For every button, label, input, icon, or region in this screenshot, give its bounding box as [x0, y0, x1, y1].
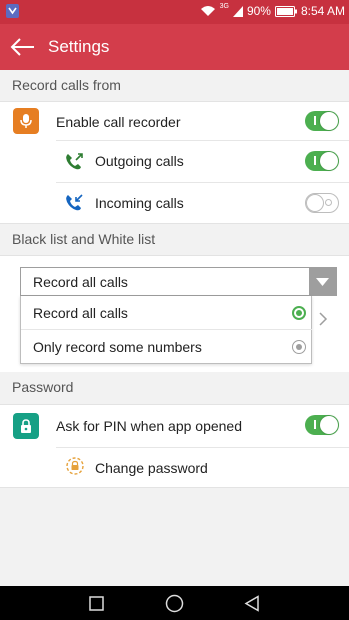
section-header-password: Password [0, 372, 349, 403]
incoming-call-icon [66, 194, 83, 211]
password-lock-icon [66, 457, 84, 475]
section-header-lists: Black list and White list [0, 224, 349, 255]
arrow-left-icon[interactable] [8, 35, 36, 59]
battery-icon [274, 5, 297, 17]
dropdown-option-some-numbers[interactable]: Only record some numbers [21, 330, 312, 363]
option-label: Record all calls [33, 305, 128, 321]
microphone-icon [13, 108, 39, 134]
app-bar: Settings [0, 24, 349, 70]
back-triangle-icon[interactable] [244, 595, 260, 612]
radio-unchecked[interactable] [292, 340, 306, 354]
select-value: Record all calls [33, 274, 128, 290]
chevron-down-icon [316, 278, 329, 286]
enable-recorder-row[interactable]: Enable call recorder [0, 102, 349, 140]
outgoing-calls-row[interactable]: Outgoing calls [0, 141, 349, 182]
clock: 8:54 AM [300, 4, 345, 18]
page-title: Settings [48, 37, 110, 56]
home-circle-icon[interactable] [165, 594, 184, 613]
battery-percent: 90% [246, 4, 271, 18]
change-password-label: Change password [95, 460, 208, 476]
list-mode-select[interactable]: Record all calls [20, 267, 337, 296]
incoming-calls-row[interactable]: Incoming calls [0, 183, 349, 223]
outgoing-call-icon [66, 153, 83, 170]
signal-icon [232, 5, 243, 17]
select-arrow-button[interactable] [309, 268, 336, 295]
app-notification-icon [6, 4, 19, 18]
network-type: 3G [219, 2, 229, 10]
option-label: Only record some numbers [33, 339, 202, 355]
incoming-calls-toggle[interactable] [305, 193, 339, 213]
pin-row[interactable]: Ask for PIN when app opened [0, 405, 349, 447]
enable-recorder-toggle[interactable] [305, 111, 339, 131]
wifi-icon [200, 6, 215, 16]
change-password-row[interactable]: Change password [0, 448, 349, 487]
record-calls-group: Enable call recorder Outgoing calls Inco… [0, 101, 349, 224]
password-group: Ask for PIN when app opened Change passw… [0, 404, 349, 488]
enable-recorder-label: Enable call recorder [56, 114, 181, 130]
lock-icon [13, 413, 39, 439]
radio-checked[interactable] [292, 306, 306, 320]
pin-label: Ask for PIN when app opened [56, 418, 243, 434]
list-mode-dropdown: Record all calls Only record some number… [20, 296, 312, 364]
status-bar: 3G 90% 8:54 AM [0, 0, 349, 24]
dropdown-option-record-all[interactable]: Record all calls [21, 296, 312, 330]
incoming-calls-label: Incoming calls [95, 195, 184, 211]
section-header-record-calls: Record calls from [0, 70, 349, 101]
recents-square-icon[interactable] [89, 596, 104, 611]
outgoing-calls-label: Outgoing calls [95, 153, 184, 169]
outgoing-calls-toggle[interactable] [305, 151, 339, 171]
chevron-right-icon[interactable] [318, 311, 328, 327]
navigation-bar [0, 586, 349, 620]
pin-toggle[interactable] [305, 415, 339, 435]
